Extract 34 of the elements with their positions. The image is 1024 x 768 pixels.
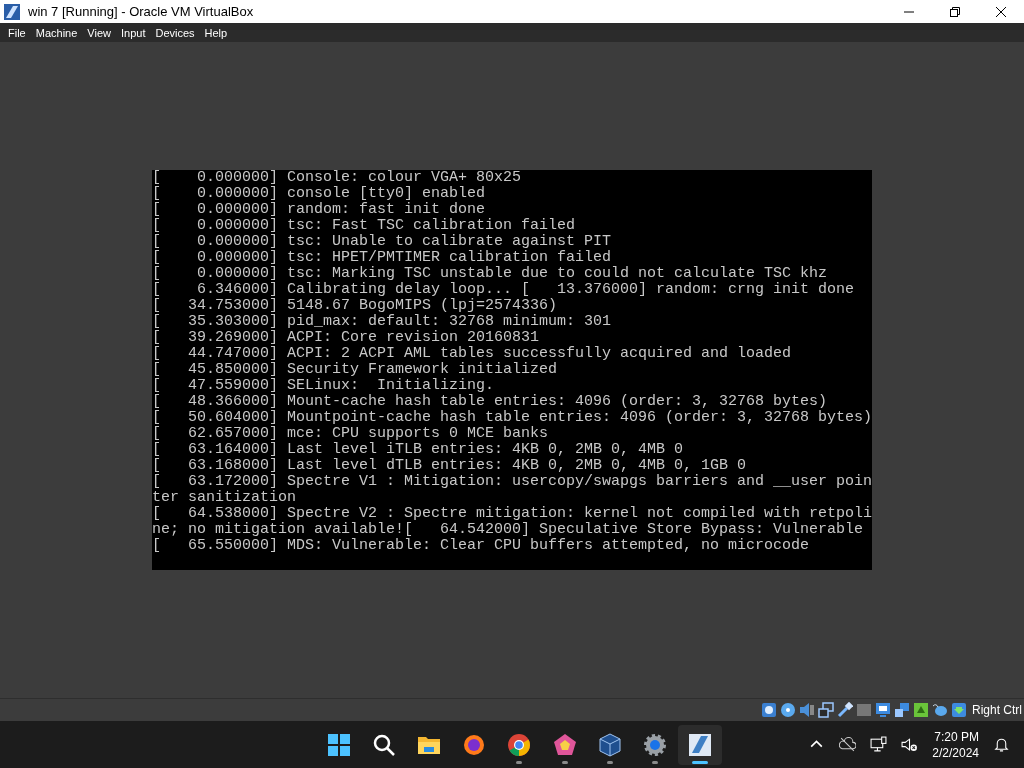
window-title: win 7 [Running] - Oracle VM VirtualBox: [28, 4, 254, 19]
console-line: ne; no mitigation available![ 64.542000] Speculative Store Bypass: Vulnerable: [152, 522, 865, 538]
console-line: [ 0.000000] tsc: HPET/PMTIMER calibration failed: [152, 250, 613, 266]
console-line: [ 0.000000] Console: colour VGA+ 80x25: [152, 170, 523, 186]
console-line: [ 0.000000] random: fast init done: [152, 202, 487, 218]
console-line: ter sanitization: [152, 490, 298, 506]
console-line: [ 0.000000] tsc: Unable to calibrate against PIT: [152, 234, 613, 250]
console-line: [ 0.000000] console [tty0] enabled: [152, 186, 487, 202]
console-line: [ 0.000000] tsc: Marking TSC unstable due to could not calculate TSC khz: [152, 266, 829, 282]
menu-item[interactable]: View: [82, 26, 116, 39]
console-line: [ 47.559000] SELinux: Initializing.: [152, 378, 496, 394]
clock-time[interactable]: 7:20 PM: [934, 728, 979, 745]
console-line: [ 63.172000] Spectre V1 : Mitigation: usercopy/swapgs barriers and __user poin: [152, 474, 872, 490]
console-line: [ 0.000000] tsc: Fast TSC calibration failed: [152, 218, 577, 234]
console-line: [ 34.753000] 5148.67 BogoMIPS (lpj=2574336): [152, 298, 559, 314]
console-line: [ 6.346000] Calibrating delay loop... [ 13.376000] random: crng init done: [152, 282, 856, 298]
console-line: [ 64.538000] Spectre V2 : Spectre mitigation: kernel not compiled with retpoli: [152, 506, 872, 522]
menu-item[interactable]: File: [3, 26, 31, 39]
menu-item[interactable]: Devices: [150, 26, 200, 39]
console-line: [ 45.850000] Security Framework initialized: [152, 362, 559, 378]
console-line: [ 65.550000] MDS: Vulnerable: Clear CPU buffers attempted, no microcode: [152, 538, 811, 554]
console-line: [ 63.164000] Last level iTLB entries: 4KB 0, 2MB 0, 4MB 0: [152, 442, 685, 458]
host-key-label: Right Ctrl: [972, 703, 1022, 717]
console-line: [ 44.747000] ACPI: 2 ACPI AML tables successfully acquired and loaded: [152, 346, 793, 362]
console-line: [ 50.604000] Mountpoint-cache hash table entries: 4096 (order: 3, 32768 bytes): [152, 410, 872, 426]
menu-item[interactable]: Help: [199, 26, 233, 39]
console-line: [ 63.168000] Last level dTLB entries: 4KB 0, 2MB 0, 4MB 0, 1GB 0: [152, 458, 748, 474]
menu-item[interactable]: Input: [115, 26, 151, 39]
console-line: [ 39.269000] ACPI: Core revision 20160831: [152, 330, 541, 346]
console-line: [ 48.366000] Mount-cache hash table entries: 4096 (order: 3, 32768 bytes): [152, 394, 829, 410]
console-line: [ 35.303000] pid_max: default: 32768 minimum: 301: [152, 314, 613, 330]
clock-date[interactable]: 2/2/2024: [932, 744, 979, 761]
console-line: [ 62.657000] mce: CPU supports 0 MCE banks: [152, 426, 550, 442]
menu-item[interactable]: Machine: [30, 26, 83, 39]
